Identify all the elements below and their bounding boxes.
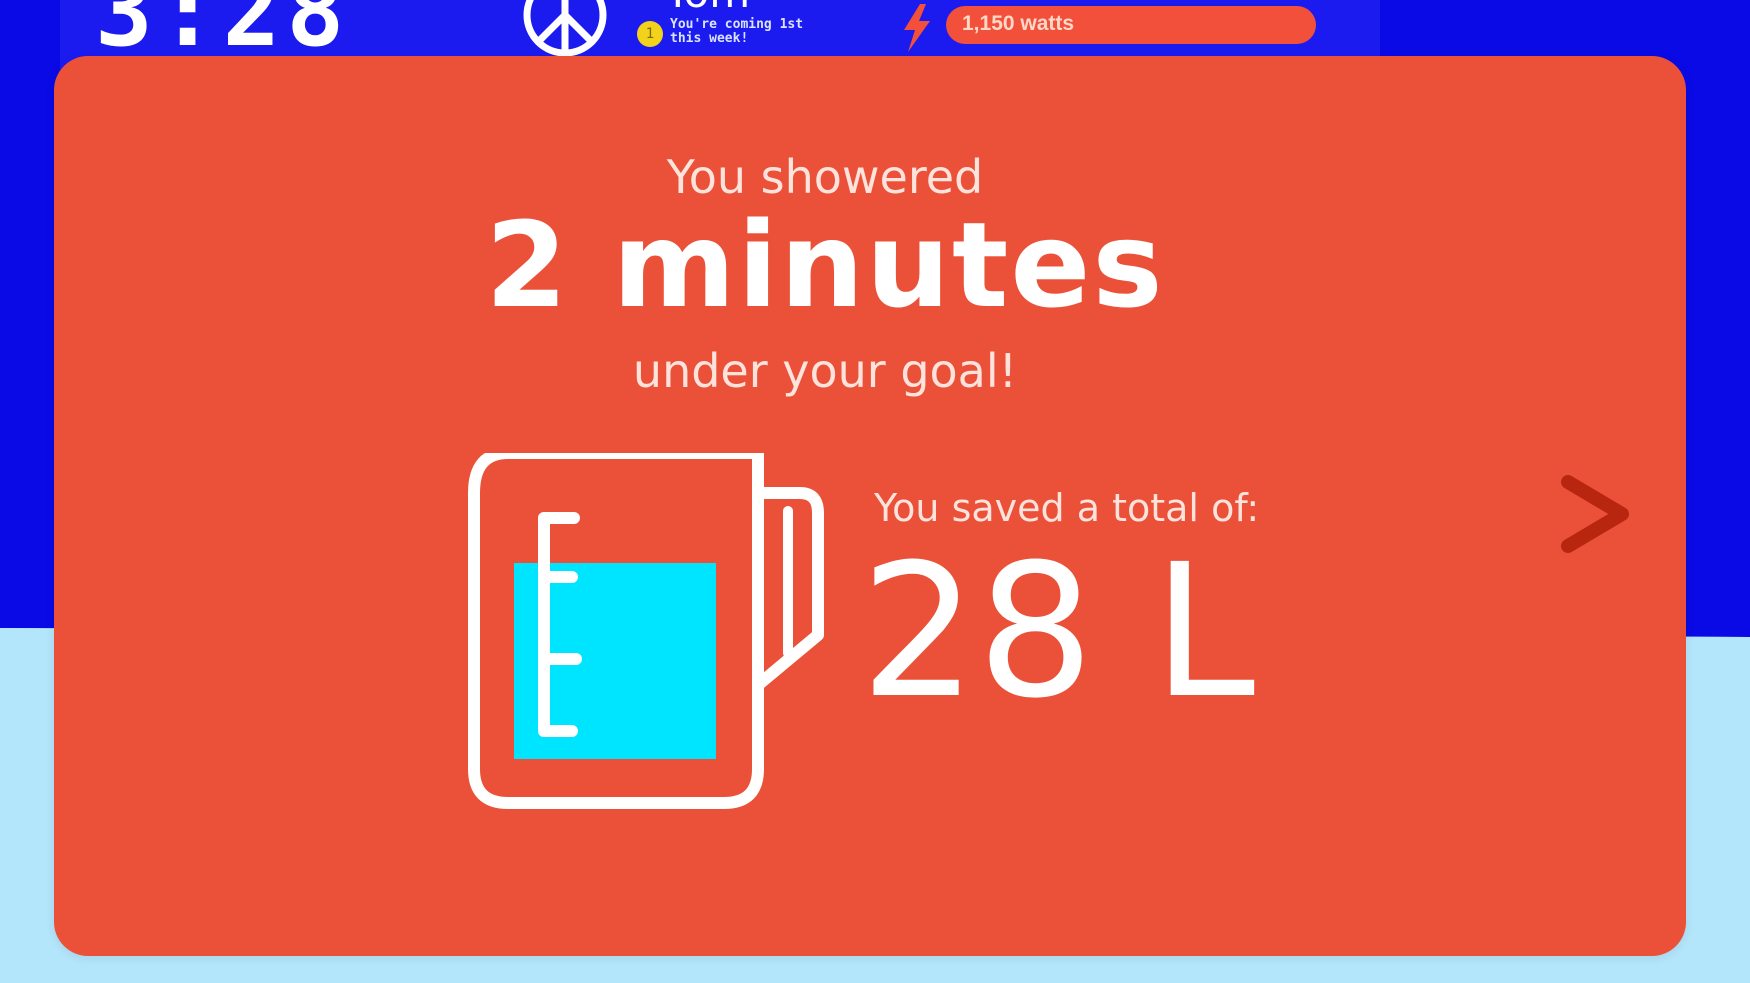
peace-icon [520,0,610,64]
power-usage-bar: 1,150 watts [946,6,1316,44]
rank-message: You're coming 1st this week! [670,17,804,46]
lightning-bolt-icon [900,4,934,56]
summary-outro: under your goal! [632,344,1018,398]
summary-amount: 2 minutes [485,196,1165,334]
saved-total-label: You saved a total of: [874,486,1260,530]
chevron-right-icon [1561,475,1629,553]
next-button[interactable] [1558,472,1634,556]
rank-coin-icon: 1 [637,21,663,47]
measuring-mug-icon [468,447,838,817]
user-name: Tom [665,0,750,17]
saved-total-value: 28 L [860,525,1256,739]
power-usage-value: 1,150 watts [962,12,1075,35]
